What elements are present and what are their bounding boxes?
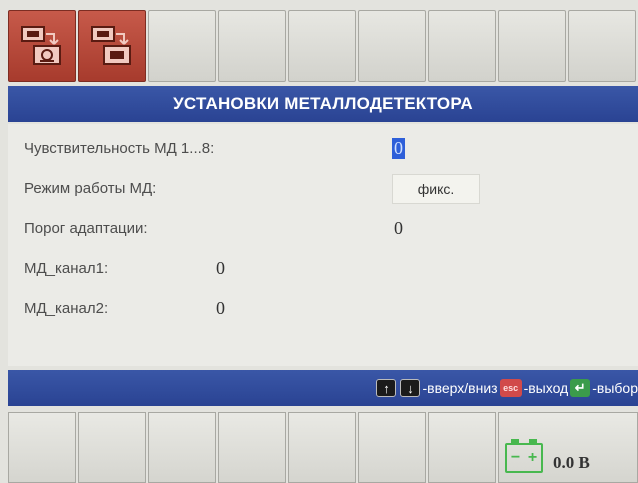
page-title-bar: УСТАНОВКИ МЕТАЛЛОДЕТЕКТОРА: [8, 86, 638, 122]
mode-label: Режим работы МД:: [24, 180, 157, 197]
screen: УСТАНОВКИ МЕТАЛЛОДЕТЕКТОРА Чувствительно…: [0, 0, 638, 483]
metal-detector-settings-icon: [21, 26, 61, 65]
adaptation-threshold-value[interactable]: 0: [394, 218, 403, 239]
metal-detector-channel-icon: [91, 26, 131, 65]
softkey-9[interactable]: [568, 10, 636, 82]
page-title: УСТАНОВКИ МЕТАЛЛОДЕТЕКТОРА: [173, 94, 473, 113]
top-softkey-bar: [8, 10, 638, 82]
mode-field[interactable]: фикс.: [392, 174, 480, 204]
bottom-softkey-bar: − + 0.0 В: [8, 412, 638, 483]
arrow-up-icon: ↑: [376, 379, 397, 397]
help-updown-text: -вверх/вниз: [422, 380, 498, 396]
channel1-label: МД_канал1:: [24, 260, 109, 277]
bottom-softkey-3[interactable]: [148, 412, 216, 483]
softkey-5[interactable]: [288, 10, 356, 82]
softkey-1[interactable]: [8, 10, 76, 82]
bottom-softkey-2[interactable]: [78, 412, 146, 483]
bottom-softkey-4[interactable]: [218, 412, 286, 483]
enter-key-icon: ↵: [570, 379, 591, 397]
help-bar: ↑ ↓ -вверх/вниз esc -выход ↵ -выбор: [8, 370, 638, 406]
bottom-softkey-6[interactable]: [358, 412, 426, 483]
bottom-softkey-5[interactable]: [288, 412, 356, 483]
bottom-softkey-1[interactable]: [8, 412, 76, 483]
battery-voltage: 0.0 В: [553, 453, 590, 472]
softkey-3[interactable]: [148, 10, 216, 82]
battery-status: − + 0.0 В: [498, 412, 638, 483]
esc-key-icon: esc: [499, 379, 522, 397]
softkey-2[interactable]: [78, 10, 146, 82]
softkey-7[interactable]: [428, 10, 496, 82]
help-select-text: -выбор: [592, 380, 638, 396]
channel1-value: 0: [216, 258, 225, 278]
sensitivity-label: Чувствительность МД 1...8:: [24, 140, 215, 157]
softkey-4[interactable]: [218, 10, 286, 82]
bottom-softkey-7[interactable]: [428, 412, 496, 483]
settings-panel: Чувствительность МД 1...8: 0 Режим работ…: [8, 124, 638, 366]
softkey-8[interactable]: [498, 10, 566, 82]
adaptation-threshold-label: Порог адаптации:: [24, 220, 148, 237]
battery-icon: − +: [505, 439, 543, 473]
softkey-6[interactable]: [358, 10, 426, 82]
help-exit-text: -выход: [523, 380, 569, 396]
sensitivity-value[interactable]: 0: [392, 138, 405, 159]
channel2-label: МД_канал2:: [24, 300, 109, 317]
arrow-down-icon: ↓: [400, 379, 421, 397]
mode-value: фикс.: [417, 181, 455, 197]
channel2-value: 0: [216, 298, 225, 318]
